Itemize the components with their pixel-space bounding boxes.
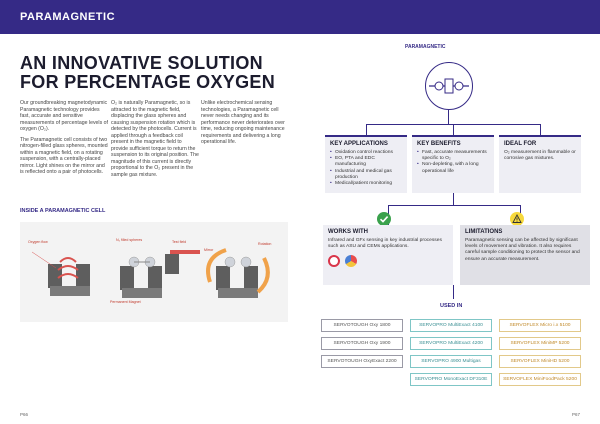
product-servoflex-minimp-5200[interactable]: SERVOFLEX MiniMP 5200 — [499, 337, 581, 350]
key-benefits-box: KEY BENEFITS Fast, accurate measurements… — [412, 135, 494, 193]
product-servopro-multiexact-4200[interactable]: SERVOPRO MultiExact 4200 — [410, 337, 492, 350]
label-test-field: Test field — [172, 240, 187, 244]
works-with-text: Infrared and GFx sensing in key industri… — [328, 238, 442, 250]
list-item: Non-depleting, with a long operational l… — [417, 162, 494, 174]
list-item: Industrial and medical gas production — [330, 169, 407, 181]
product-servoflex-minihd-5200[interactable]: SERVOFLEX MiniHD 5200 — [499, 355, 581, 368]
key-benefits-title: KEY BENEFITS — [417, 141, 461, 147]
header-bar: PARAMAGNETIC — [0, 0, 600, 34]
product-servoflex-micro-ix-5100[interactable]: SERVOFLEX Micro i.x 5100 — [499, 319, 581, 332]
connector-line — [540, 124, 541, 135]
ideal-for-box: IDEAL FOR O₂ measurement in flammable or… — [499, 135, 581, 193]
body-column-2: O₂ is naturally Paramagnetic, so is attr… — [111, 100, 199, 182]
ideal-for-title: IDEAL FOR — [504, 141, 537, 147]
key-benefits-list: Fast, accurate measurements specific to … — [417, 150, 494, 175]
works-with-title: WORKS WITH — [328, 229, 368, 235]
product-servopro-4900-multigas[interactable]: SERVOPRO 4900 Multigas — [410, 355, 492, 368]
body-column-3: Unlike electrochemical sensing technolog… — [201, 100, 289, 150]
label-n2-spheres: N₂ filled spheres — [116, 238, 143, 242]
page-number-left: P66 — [20, 412, 29, 417]
cell-stage-1 — [31, 251, 90, 296]
key-applications-box: KEY APPLICATIONS Oxidation control react… — [325, 135, 407, 193]
cell-illustration — [31, 248, 270, 298]
headline-line-1: AN INNOVATIVE SOLUTION — [20, 53, 263, 73]
product-servotough-oxy-1800[interactable]: SERVOTOUGH Oxy 1800 — [321, 319, 403, 332]
works-with-box: WORKS WITH Infrared and GFx sensing in k… — [323, 225, 453, 285]
warning-icon — [510, 212, 524, 226]
product-servopro-monoexact-df310e[interactable]: SERVOPRO MonoExact DF310E — [410, 373, 492, 386]
body-paragraph: Unlike electrochemical sensing technolog… — [201, 100, 285, 145]
headline: AN INNOVATIVE SOLUTION FOR PERCENTAGE OX… — [20, 54, 290, 92]
label-mirror: Mirror — [204, 248, 214, 252]
gfx-sensing-icon — [345, 255, 357, 267]
product-servotough-oxy-1900[interactable]: SERVOTOUGH Oxy 1900 — [321, 337, 403, 350]
section-title: PARAMAGNETIC — [20, 11, 116, 23]
limitations-box: LIMITATIONS Paramagnetic sensing can be … — [460, 225, 590, 285]
headline-line-2: FOR PERCENTAGE OXYGEN — [20, 72, 275, 92]
product-servoflex-minifoodpack-5200[interactable]: SERVOFLEX MiniFoodPack 5200 — [499, 373, 581, 386]
list-item: Fast, accurate measurements specific to … — [417, 150, 494, 162]
label-permanent-magnet: Permanent Magnet — [110, 300, 141, 304]
page-number-right: P67 — [572, 412, 581, 417]
limitations-text: Paramagnetic sensing can be affected by … — [465, 238, 580, 262]
connector-line — [453, 124, 454, 135]
used-in-title: USED IN — [440, 303, 463, 309]
cell-stage-3 — [206, 248, 270, 298]
label-oxygen-flow: Oxygen flow — [28, 240, 48, 244]
body-paragraph: O₂ is naturally Paramagnetic, so is attr… — [111, 100, 199, 178]
check-icon — [377, 212, 391, 226]
diagram-title: INSIDE A PARAMAGNETIC CELL — [20, 208, 106, 214]
connector-line — [388, 205, 520, 206]
connector-line — [366, 124, 367, 135]
label-rotation: Rotation — [258, 242, 272, 246]
list-item: EO, PTA and EDC manufacturing — [330, 156, 407, 168]
cell-stage-2 — [120, 250, 200, 298]
body-paragraph: Our groundbreaking magnetodynamic Parama… — [20, 100, 108, 132]
body-paragraph: The Paramagnetic cell consists of two ni… — [20, 136, 108, 176]
key-applications-list: Oxidation control reactions EO, PTA and … — [330, 150, 407, 187]
infrared-sensing-icon — [328, 255, 340, 267]
list-item: Medical/patient monitoring — [330, 181, 407, 187]
connector-line — [453, 193, 454, 205]
connector-line — [448, 110, 449, 124]
paramagnetic-device-icon — [425, 62, 473, 110]
limitations-title: LIMITATIONS — [465, 229, 503, 235]
body-column-1: Our groundbreaking magnetodynamic Parama… — [20, 100, 108, 180]
product-servopro-multiexact-4100[interactable]: SERVOPRO MultiExact 4100 — [410, 319, 492, 332]
technology-label: PARAMAGNETIC — [405, 44, 446, 50]
key-applications-title: KEY APPLICATIONS — [330, 141, 388, 147]
paramagnetic-cell-diagram: Oxygen flow N₂ filled spheres Test field… — [20, 222, 288, 322]
connector-line — [453, 285, 454, 299]
product-servotough-oxyexact-2200[interactable]: SERVOTOUGH OxyExact 2200 — [321, 355, 403, 368]
ideal-for-text: O₂ measurement in flammable or corrosive… — [504, 150, 576, 162]
